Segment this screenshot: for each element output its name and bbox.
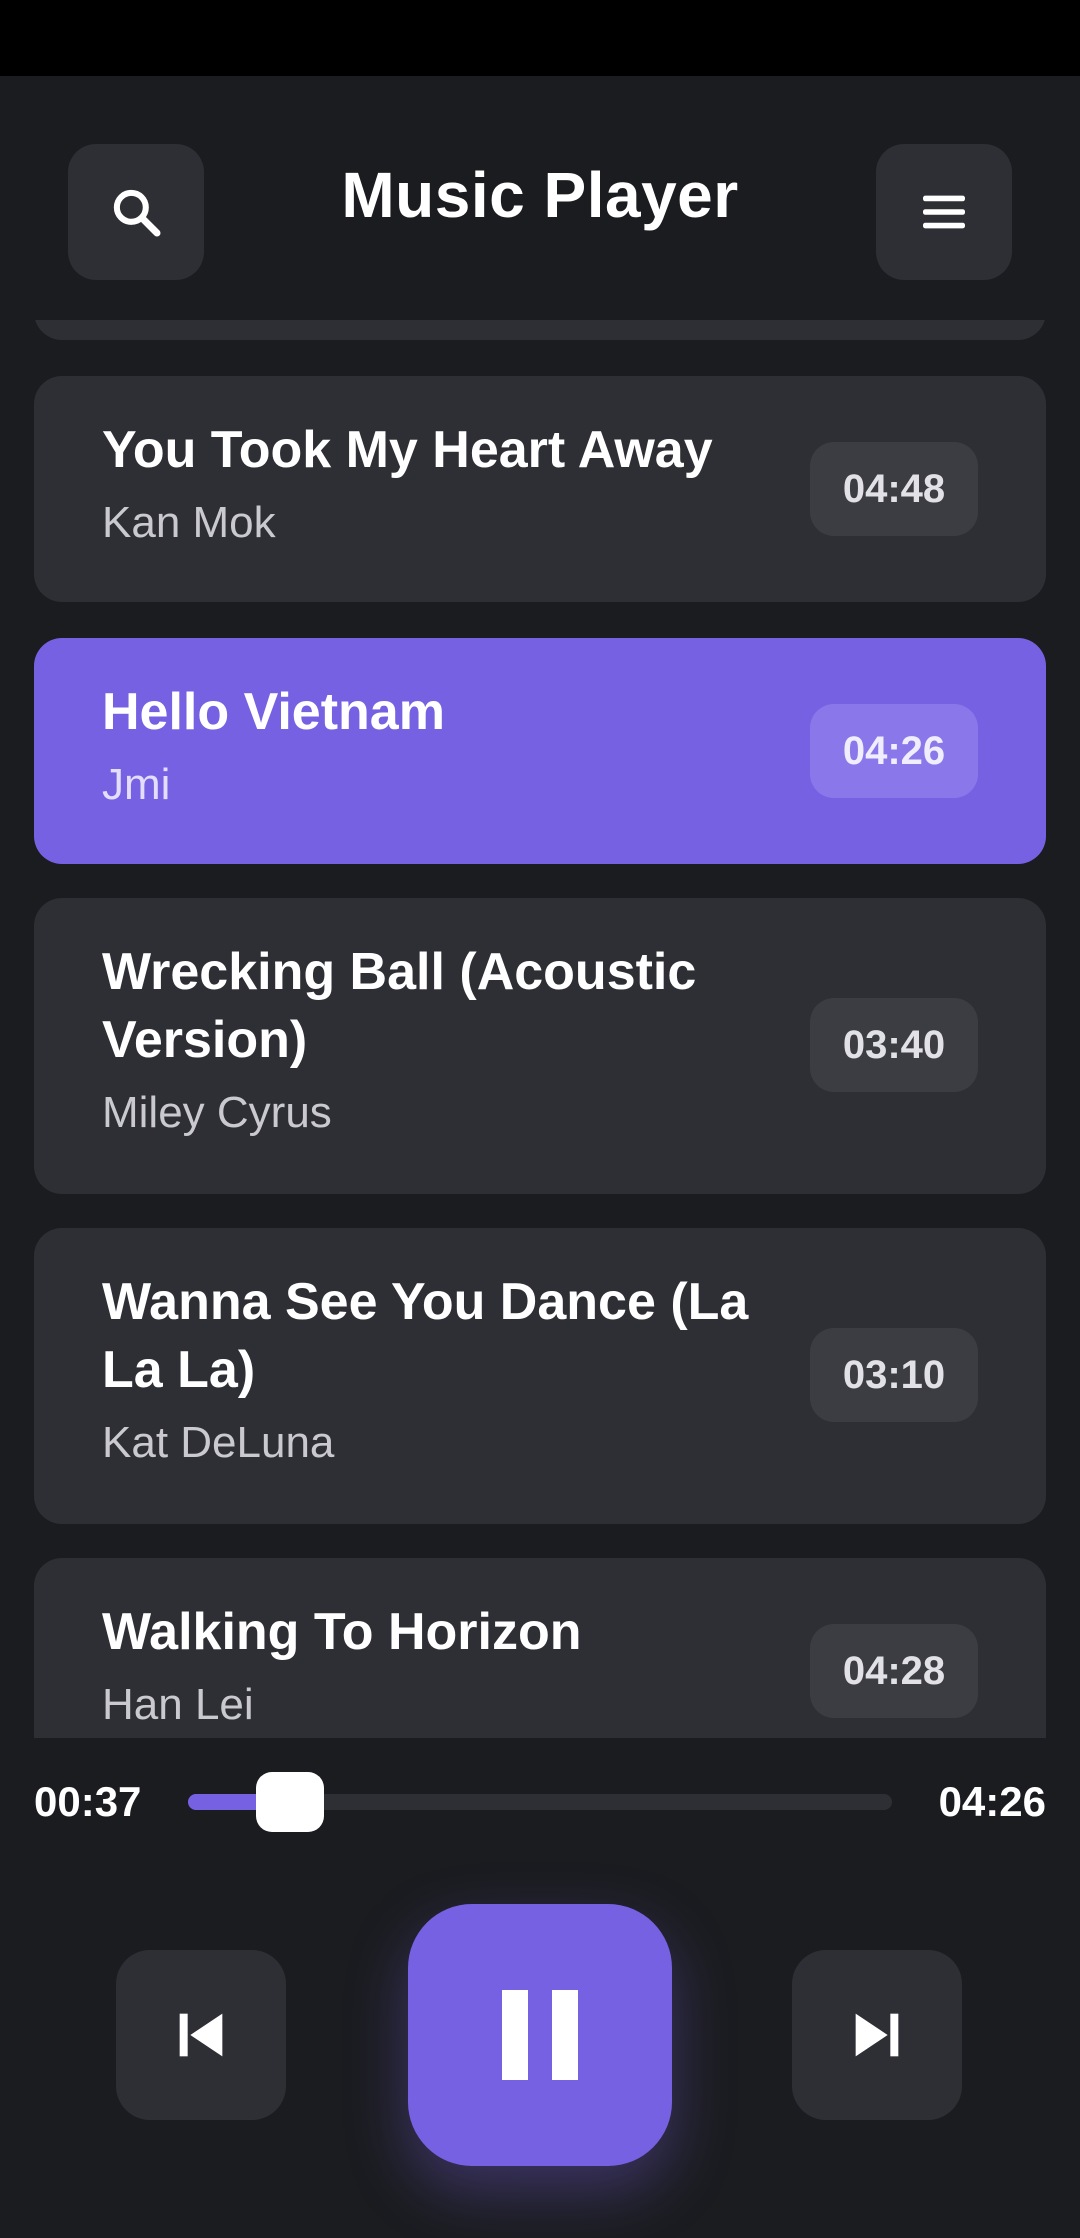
pause-button[interactable] (408, 1904, 672, 2166)
menu-icon (923, 195, 965, 229)
next-button[interactable] (792, 1950, 962, 2120)
duration-badge: 03:40 (810, 998, 978, 1092)
elapsed-time: 00:37 (34, 1778, 142, 1825)
song-title: You Took My Heart Away (102, 421, 713, 479)
song-title: Wanna See You Dance (La La La) (102, 1273, 749, 1399)
skip-next-icon (855, 2013, 899, 2057)
total-time: 04:26 (938, 1778, 1046, 1825)
song-artist: Jmi (102, 760, 171, 809)
list-item[interactable] (34, 320, 1046, 340)
skip-previous-icon (179, 2013, 223, 2057)
duration-badge: 04:28 (810, 1624, 978, 1718)
seek-bar[interactable] (188, 1772, 892, 1832)
menu-button[interactable] (876, 144, 1012, 280)
previous-button[interactable] (116, 1950, 286, 2120)
song-artist: Han Lei (102, 1680, 254, 1729)
song-item-1-active[interactable]: Hello Vietnam Jmi 04:26 (34, 638, 1046, 864)
duration-badge: 04:48 (810, 442, 978, 536)
progress-row: 00:37 04:26 (0, 1738, 1080, 1868)
song-artist: Kan Mok (102, 498, 276, 547)
pause-icon (502, 1990, 578, 2080)
song-item-0[interactable]: You Took My Heart Away Kan Mok 04:48 (34, 376, 1046, 602)
seek-thumb[interactable] (256, 1772, 325, 1832)
status-bar (0, 0, 1080, 76)
song-list[interactable]: You Took My Heart Away Kan Mok 04:48 Hel… (0, 320, 1080, 1738)
song-item-2[interactable]: Wrecking Ball (Acoustic Version) Miley C… (34, 898, 1046, 1194)
song-artist: Kat DeLuna (102, 1418, 335, 1467)
duration-badge: 04:26 (810, 704, 978, 798)
duration-badge: 03:10 (810, 1328, 978, 1422)
song-title: Hello Vietnam (102, 683, 445, 741)
song-title: Walking To Horizon (102, 1603, 582, 1661)
song-artist: Miley Cyrus (102, 1088, 332, 1137)
song-item-4[interactable]: Walking To Horizon Han Lei 04:28 (34, 1558, 1046, 1738)
song-item-3[interactable]: Wanna See You Dance (La La La) Kat DeLun… (34, 1228, 1046, 1524)
song-title: Wrecking Ball (Acoustic Version) (102, 943, 697, 1069)
